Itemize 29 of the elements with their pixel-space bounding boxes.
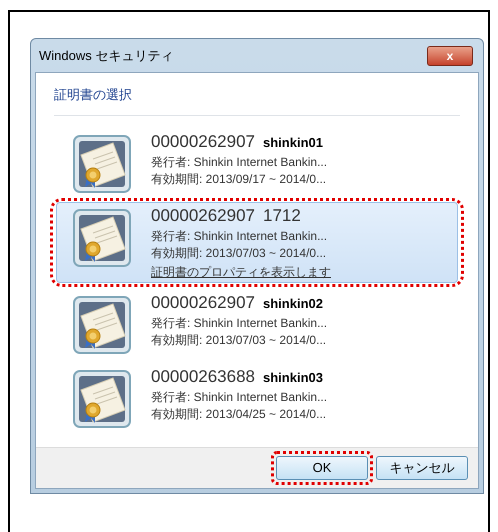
properties-link[interactable]: 証明書のプロパティを表示します (151, 264, 331, 280)
issuer-text: 発行者: Shinkin Internet Bankin... (151, 390, 328, 405)
certificate-item[interactable]: 00000262907 shinkin02 発行者: Shinkin Internet Bankin... 有効期間: 2013/07/03 ~ 2014/0... (56, 288, 458, 357)
certificate-name: shinkin03 (263, 370, 323, 386)
validity-text: 有効期間: 2013/04/25 ~ 2014/0... (151, 407, 328, 422)
dialog-heading: 証明書の選択 (54, 85, 460, 116)
certificate-number: 00000262907 (151, 130, 256, 152)
certificate-name: shinkin01 (263, 134, 323, 151)
issuer-text: 発行者: Shinkin Internet Bankin... (151, 228, 328, 244)
dialog-button[interactable]: OK (276, 456, 368, 480)
certificate-item[interactable]: 00000262907 1712 発行者: Shinkin Internet Bankin... 有効期間: 2013/07/03 ~ 2014/0... 証明書のプロパティを表示します (56, 202, 458, 283)
certificate-icon (73, 134, 131, 192)
window-title: Windows セキュリティ (39, 46, 174, 65)
certificate-number: 00000262907 (151, 292, 256, 313)
certificate-icon (73, 370, 131, 428)
certificate-item[interactable]: 00000262907 shinkin01 発行者: Shinkin Internet Bankin... 有効期間: 2013/09/17 ~ 2014/0... (56, 128, 458, 196)
certificate-item[interactable]: 00000263688 shinkin03 発行者: Shinkin Internet Bankin... 有効期間: 2013/04/25 ~ 2014/0... (56, 362, 458, 431)
issuer-text: 発行者: Shinkin Internet Bankin... (151, 154, 328, 170)
certificate-name: 1712 (263, 204, 301, 226)
certificate-icon (73, 296, 131, 354)
certificate-number: 00000262907 (151, 204, 256, 226)
certificate-icon (73, 208, 131, 266)
validity-text: 有効期間: 2013/07/03 ~ 2014/0... (151, 333, 328, 348)
certificate-name: shinkin02 (263, 296, 323, 312)
dialog-button[interactable]: キャンセル (376, 456, 468, 480)
issuer-text: 発行者: Shinkin Internet Bankin... (151, 316, 328, 331)
validity-text: 有効期間: 2013/09/17 ~ 2014/0... (151, 172, 328, 187)
certificate-number: 00000263688 (151, 366, 256, 387)
validity-text: 有効期間: 2013/07/03 ~ 2014/0... (151, 246, 328, 261)
